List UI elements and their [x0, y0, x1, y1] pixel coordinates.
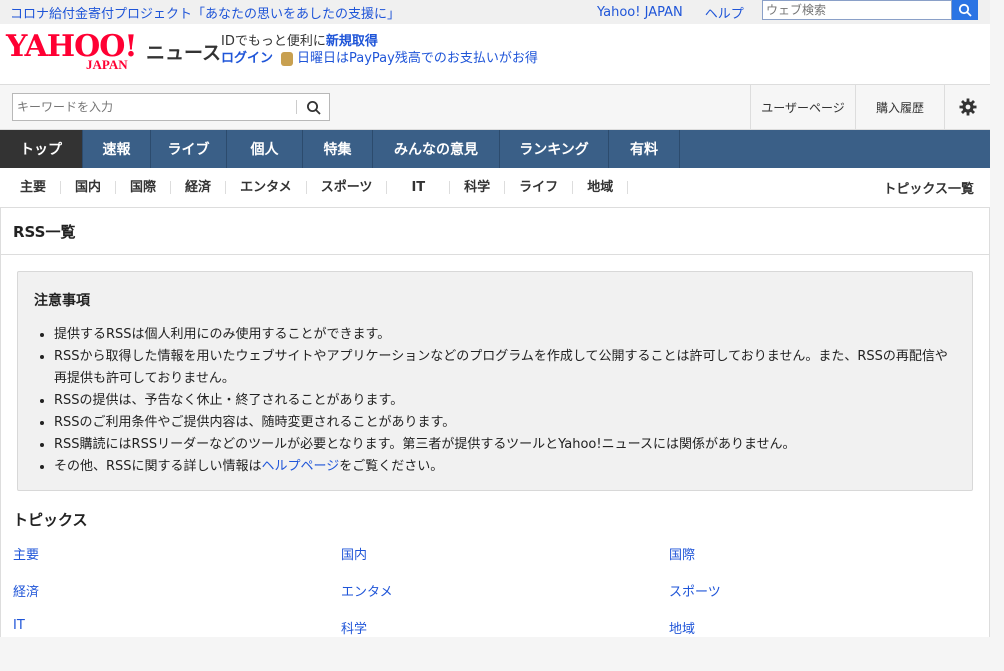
topics-section: トピックス 主要 国内 国際 経済 エンタメ スポーツ IT 科学 地域: [1, 491, 989, 637]
main-content: RSS一覧 注意事項 提供するRSSは個人利用にのみ使用することができます。 R…: [0, 208, 990, 637]
top-bar: コロナ給付金寄付プロジェクト「あなたの思いをあしたの支援に」 Yahoo! JA…: [0, 0, 990, 24]
search-icon: [958, 3, 972, 17]
logo-sub: JAPAN: [86, 57, 128, 72]
nav-opinions[interactable]: みんなの意見: [373, 130, 500, 168]
topics-list-link[interactable]: トピックス一覧: [883, 178, 974, 197]
topic-link-domestic[interactable]: 国内: [341, 544, 669, 563]
subnav-sports[interactable]: スポーツ: [307, 181, 388, 194]
main-nav: トップ 速報 ライブ 個人 特集 みんなの意見 ランキング 有料: [0, 130, 990, 168]
paypay-link[interactable]: 日曜日はPayPay残高でのお支払いがお得: [297, 50, 538, 67]
header: YAHOO! JAPAN ニュース IDでもっと便利に新規取得 ログイン 日曜日…: [0, 24, 990, 85]
web-search-input[interactable]: [762, 0, 952, 20]
subnav-business[interactable]: 経済: [171, 181, 227, 194]
topic-link-business[interactable]: 経済: [13, 581, 341, 600]
notice-item: RSSから取得した情報を用いたウェブサイトやアプリケーションなどのプログラムを作…: [54, 346, 956, 390]
login-link[interactable]: ログイン: [221, 50, 273, 67]
promo-link[interactable]: コロナ給付金寄付プロジェクト「あなたの思いをあしたの支援に」: [0, 3, 400, 22]
notice-text: をご覧ください。: [339, 459, 444, 474]
nav-ranking[interactable]: ランキング: [500, 130, 609, 168]
keyword-search-button[interactable]: [297, 100, 329, 115]
topic-link-world[interactable]: 国際: [669, 544, 989, 563]
nav-individual[interactable]: 個人: [227, 130, 303, 168]
web-search: [762, 0, 980, 20]
notice-box: 注意事項 提供するRSSは個人利用にのみ使用することができます。 RSSから取得…: [17, 271, 973, 491]
search-icon: [306, 100, 321, 115]
user-page-link[interactable]: ユーザーページ: [750, 85, 855, 129]
subnav-world[interactable]: 国際: [116, 181, 172, 194]
register-link[interactable]: 新規取得: [326, 34, 378, 49]
search-row: ユーザーページ 購入履歴: [0, 85, 990, 130]
notice-item: RSSの提供は、予告なく休止・終了されることがあります。: [54, 390, 956, 412]
paypay-icon: [281, 51, 294, 66]
nav-feature[interactable]: 特集: [303, 130, 373, 168]
keyword-input[interactable]: [13, 99, 296, 115]
yahoo-japan-link[interactable]: Yahoo! JAPAN: [597, 5, 683, 20]
gear-icon: [959, 98, 976, 116]
subnav-science[interactable]: 科学: [450, 181, 506, 194]
topic-link-science[interactable]: 科学: [341, 618, 669, 637]
nav-top[interactable]: トップ: [0, 130, 83, 168]
login-box: IDでもっと便利に新規取得 ログイン 日曜日はPayPay残高でのお支払いがお得: [221, 33, 538, 67]
help-page-link[interactable]: ヘルプページ: [262, 459, 340, 474]
subnav-local[interactable]: 地域: [573, 181, 629, 194]
topic-link-it[interactable]: IT: [13, 618, 341, 637]
subnav-it[interactable]: IT: [387, 181, 451, 194]
notice-text: その他、RSSに関する詳しい情報は: [54, 459, 262, 474]
web-search-button[interactable]: [952, 0, 978, 20]
topic-link-entertainment[interactable]: エンタメ: [341, 581, 669, 600]
id-text: IDでもっと便利に: [221, 34, 326, 49]
purchase-history-link[interactable]: 購入履歴: [855, 85, 944, 129]
subnav-main[interactable]: 主要: [0, 181, 62, 194]
topic-link-local[interactable]: 地域: [669, 618, 989, 637]
subnav-entertainment[interactable]: エンタメ: [226, 181, 307, 194]
subnav-life[interactable]: ライフ: [505, 181, 574, 194]
topic-link-main[interactable]: 主要: [13, 544, 341, 563]
nav-live[interactable]: ライブ: [151, 130, 227, 168]
topics-title: トピックス: [13, 511, 88, 529]
help-link[interactable]: ヘルプ: [705, 3, 744, 22]
notice-item: RSSのご利用条件やご提供内容は、随時変更されることがあります。: [54, 412, 956, 434]
page-title: RSS一覧: [1, 208, 989, 255]
nav-paid[interactable]: 有料: [609, 130, 680, 168]
notice-item: 提供するRSSは個人利用にのみ使用することができます。: [54, 324, 956, 346]
sub-nav: 主要 国内 国際 経済 エンタメ スポーツ IT 科学 ライフ 地域 トピックス…: [0, 168, 990, 208]
notice-item: その他、RSSに関する詳しい情報はヘルプページをご覧ください。: [54, 456, 956, 478]
yahoo-news-logo[interactable]: YAHOO! JAPAN ニュース: [6, 32, 221, 73]
settings-button[interactable]: [944, 85, 990, 129]
nav-breaking[interactable]: 速報: [83, 130, 151, 168]
subnav-domestic[interactable]: 国内: [61, 181, 117, 194]
notice-title: 注意事項: [34, 293, 90, 309]
section-name: ニュース: [146, 42, 222, 64]
topic-link-sports[interactable]: スポーツ: [669, 581, 989, 600]
keyword-search: [12, 93, 330, 121]
notice-item: RSS購読にはRSSリーダーなどのツールが必要となります。第三者が提供するツール…: [54, 434, 956, 456]
